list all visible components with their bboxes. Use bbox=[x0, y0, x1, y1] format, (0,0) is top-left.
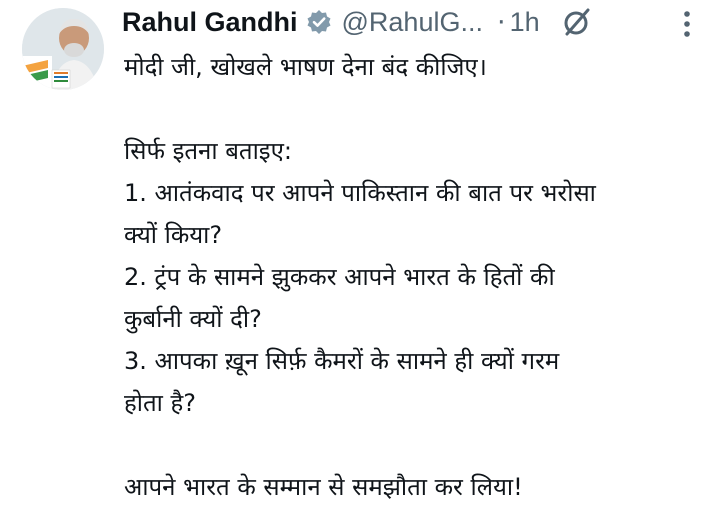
tweet-line: 3. आपका ख़ून सिर्फ़ कैमरों के सामने ही क… bbox=[124, 347, 560, 375]
tweet-line: क्यों किया? bbox=[124, 221, 223, 249]
avatar-image bbox=[22, 8, 104, 90]
display-name[interactable]: Rahul Gandhi bbox=[122, 7, 298, 38]
avatar[interactable] bbox=[22, 8, 104, 90]
tweet-line: 1. आतंकवाद पर आपने पाकिस्तान की बात पर भ… bbox=[124, 179, 596, 207]
tweet-line: मोदी जी, खोखले भाषण देना बंद कीजिए। bbox=[124, 53, 487, 81]
user-handle[interactable]: @RahulG... bbox=[342, 7, 483, 38]
grok-icon[interactable] bbox=[560, 5, 594, 39]
tweet[interactable]: Rahul Gandhi @RahulG... · 1h मोदी जी, खो… bbox=[0, 0, 720, 501]
tweet-line: होता है? bbox=[124, 389, 196, 417]
verified-badge-icon[interactable] bbox=[306, 9, 332, 35]
tweet-line: 2. ट्रंप के सामने झुककर आपने भारत के हित… bbox=[124, 263, 555, 291]
tweet-line: कुर्बानी क्यों दी? bbox=[124, 305, 262, 333]
more-options-icon[interactable] bbox=[680, 10, 694, 40]
tweet-text: मोदी जी, खोखले भाषण देना बंद कीजिए। सिर्… bbox=[124, 46, 714, 508]
tweet-line: आपने भारत के सम्मान से समझौता कर लिया! bbox=[124, 473, 523, 501]
tweet-header: Rahul Gandhi @RahulG... · 1h bbox=[122, 2, 700, 42]
tweet-line: सिर्फ इतना बताइए: bbox=[124, 137, 292, 165]
timestamp[interactable]: 1h bbox=[510, 7, 540, 38]
separator-dot: · bbox=[496, 6, 506, 38]
